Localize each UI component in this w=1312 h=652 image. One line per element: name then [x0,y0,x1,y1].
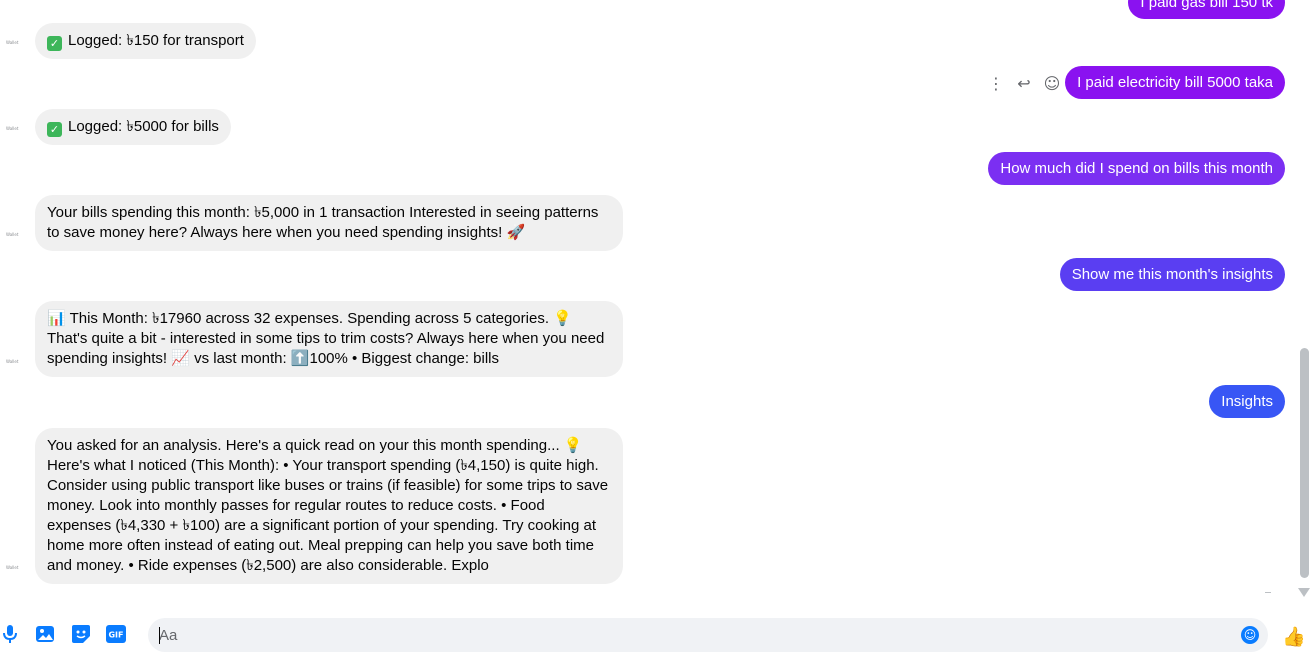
message-incoming[interactable]: ✓ Logged: ৳150 for transport [35,23,256,59]
message-incoming[interactable]: 📊 This Month: ৳17960 across 32 expenses.… [35,301,623,377]
avatar[interactable]: Wallet [6,359,20,365]
scrollbar-thumb[interactable] [1300,348,1309,578]
message-input[interactable] [159,618,1219,652]
svg-text:GIF: GIF [108,631,123,640]
avatar[interactable]: Wallet [6,565,20,571]
message-text: Logged: ৳150 for transport [68,32,244,49]
react-icon[interactable]: ☺ [1038,72,1066,94]
check-icon: ✓ [47,122,62,137]
microphone-icon[interactable] [0,624,20,644]
text-caret [159,627,160,644]
image-icon[interactable] [35,624,55,644]
message-outgoing[interactable]: Show me this month's insights [1059,258,1285,291]
emoji-icon[interactable]: ☺ [1241,626,1259,644]
message-incoming[interactable]: ✓ Logged: ৳5000 for bills [35,109,231,145]
avatar[interactable]: Wallet [6,40,20,46]
message-input-box[interactable]: ☺ [148,618,1268,652]
message-outgoing[interactable]: How much did I spend on bills this month [988,152,1285,185]
avatar[interactable]: Wallet [6,232,20,238]
message-text: Logged: ৳5000 for bills [68,118,219,135]
message-outgoing[interactable]: I paid gas bill 150 tk [1128,0,1285,19]
divider [1265,592,1271,593]
check-icon: ✓ [47,36,62,51]
gif-icon[interactable]: GIF [106,624,126,644]
reply-icon[interactable]: ↩ [1010,72,1038,94]
message-thread: I paid gas bill 150 tk Wallet ✓ Logged: ৳… [0,0,1312,610]
thumbs-up-icon[interactable]: 👍 [1282,624,1306,648]
message-actions: ⋮ ↩ ☺ [982,72,1066,94]
message-outgoing[interactable]: Insights [1209,385,1285,418]
avatar[interactable]: Wallet [6,126,20,132]
sticker-icon[interactable] [71,624,91,644]
more-icon[interactable]: ⋮ [982,72,1010,94]
message-outgoing[interactable]: I paid electricity bill 5000 taka [1065,66,1285,99]
scroll-down-arrow[interactable] [1298,588,1310,597]
message-incoming[interactable]: Your bills spending this month: ৳5,000 i… [35,195,623,251]
message-incoming[interactable]: You asked for an analysis. Here's a quic… [35,428,623,584]
